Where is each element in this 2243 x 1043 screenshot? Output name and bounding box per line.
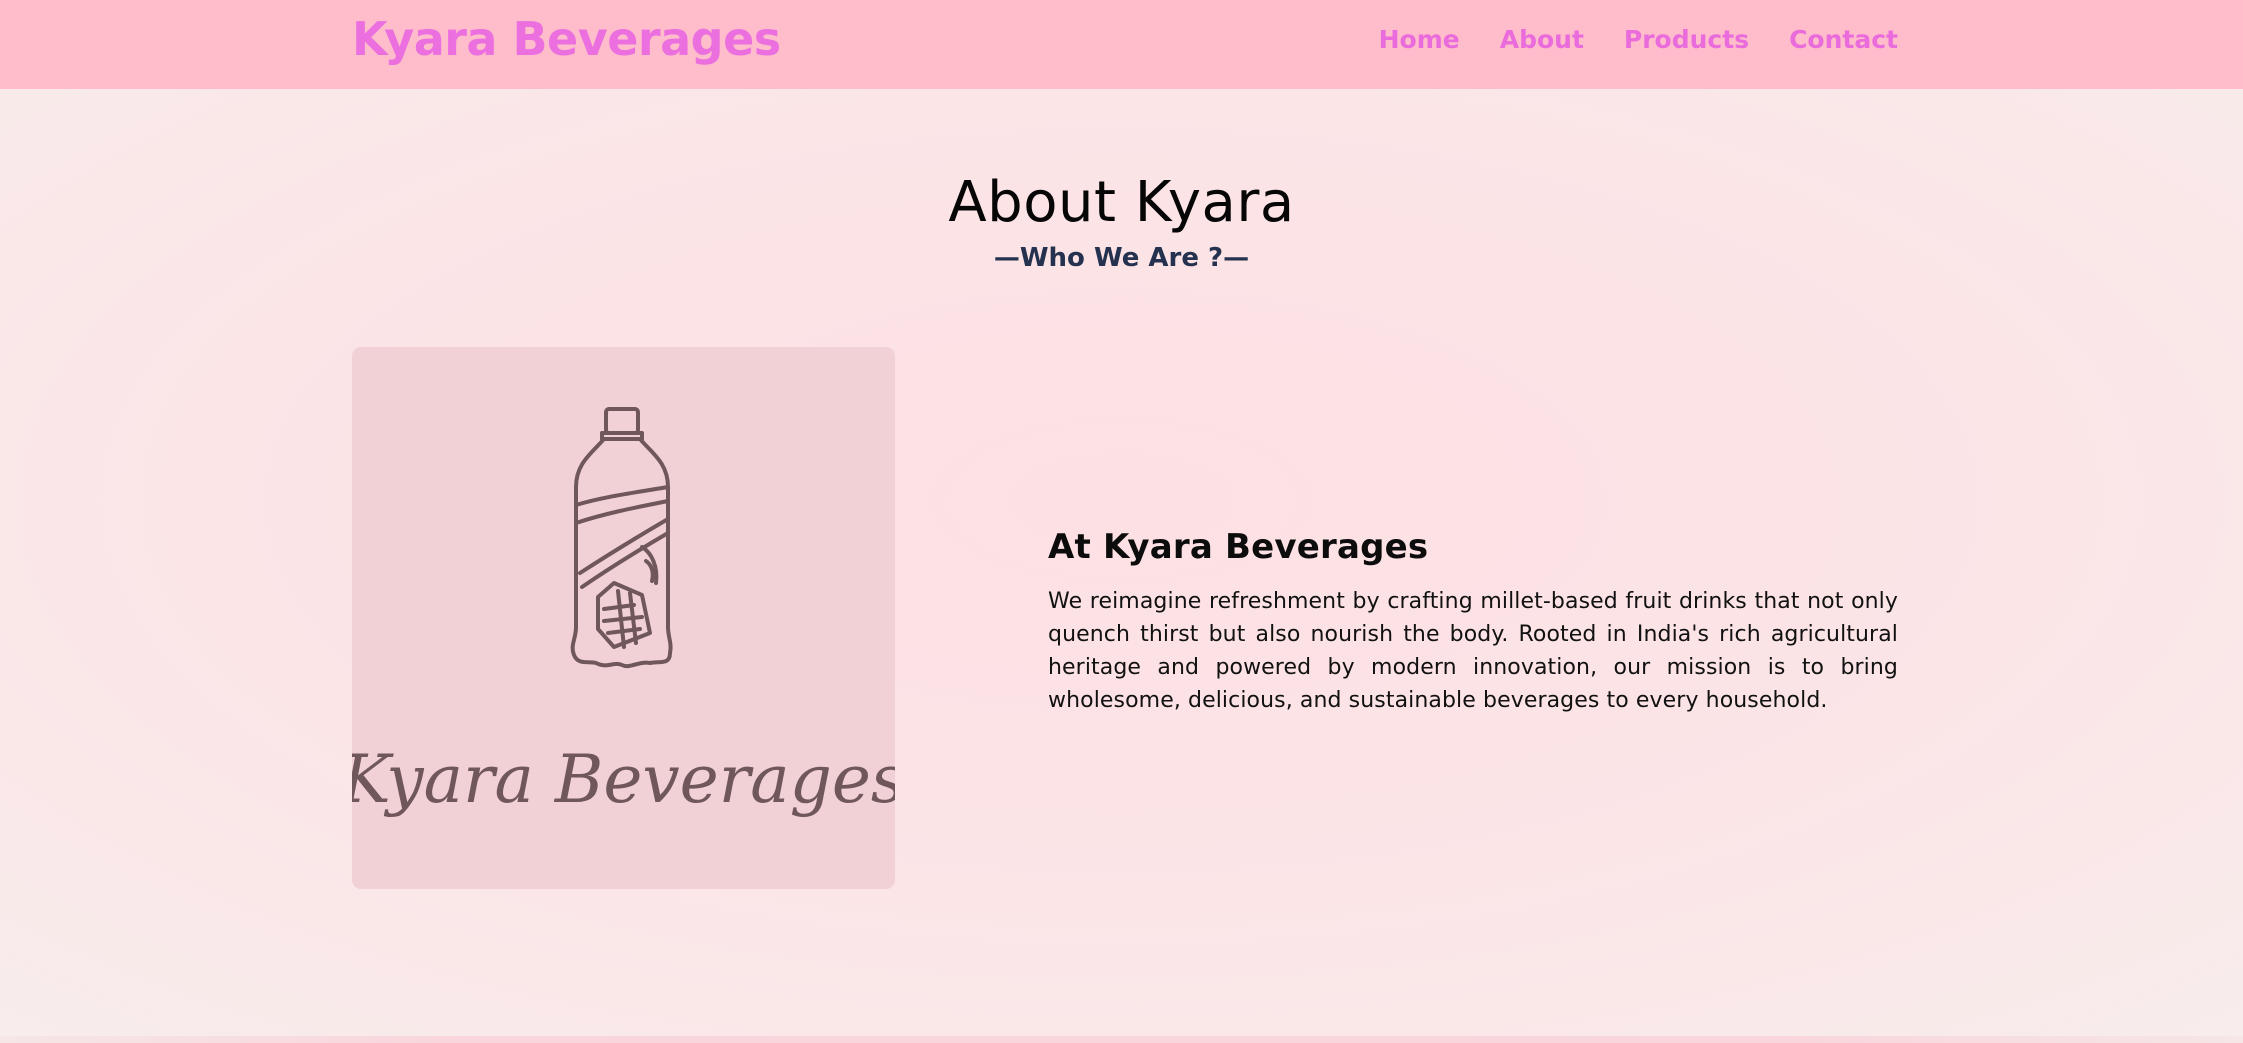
about-title: About Kyara bbox=[948, 170, 1295, 235]
nav-contact-link[interactable]: Contact bbox=[1789, 25, 1898, 54]
navbar: Kyara Beverages Home About Products Cont… bbox=[0, 0, 2243, 89]
brand-logo-text[interactable]: Kyara Beverages bbox=[352, 12, 781, 66]
content-heading: At Kyara Beverages bbox=[1048, 527, 1429, 567]
nav-products-link[interactable]: Products bbox=[1624, 25, 1749, 54]
nav-home-link[interactable]: Home bbox=[1379, 25, 1460, 54]
content-paragraph: We reimagine refreshment by crafting mil… bbox=[1048, 589, 1898, 713]
about-subtitle: —Who We Are ?— bbox=[993, 243, 1250, 273]
brand-logo-image: Kyara Beverages bbox=[352, 347, 895, 889]
about-content: At Kyara Beverages We reimagine refreshm… bbox=[1048, 527, 1898, 717]
bottle-logo-icon: Kyara Beverages bbox=[352, 407, 895, 818]
next-section-edge bbox=[0, 1036, 2243, 1043]
nav-links: Home About Products Contact bbox=[1379, 25, 1898, 54]
logo-script-text: Kyara Beverages bbox=[352, 741, 895, 818]
nav-about-link[interactable]: About bbox=[1500, 25, 1584, 54]
